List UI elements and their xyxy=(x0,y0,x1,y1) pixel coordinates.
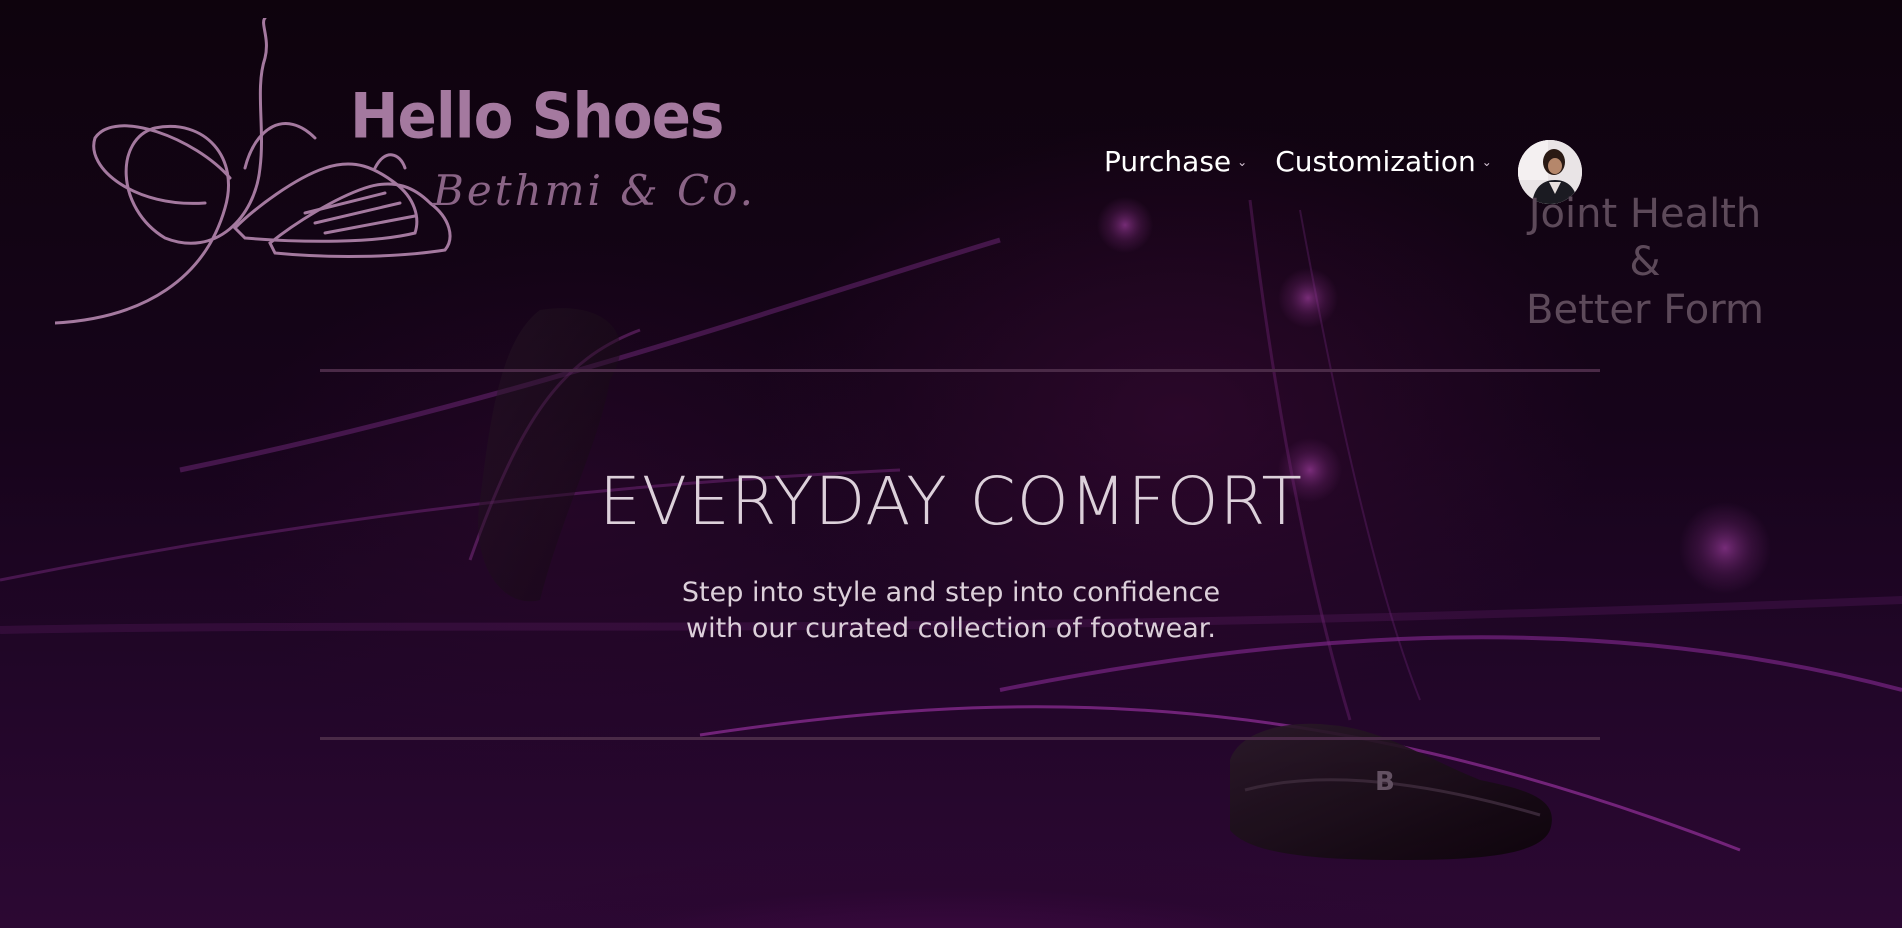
brand-tagline: Bethmi & Co. xyxy=(433,166,757,215)
promo-banner-text: Joint Health & Better Form xyxy=(1505,190,1785,334)
page: B Hello Shoes Bethmi & Co. Purchase ⌄ Cu… xyxy=(0,0,1902,928)
svg-text:B: B xyxy=(1375,767,1395,797)
divider-bottom xyxy=(320,737,1600,740)
banner-line: Joint Health xyxy=(1528,191,1762,237)
hero-title: EVERYDAY COMFORT xyxy=(599,463,1303,540)
nav-item-purchase[interactable]: Purchase ⌄ xyxy=(1104,145,1247,178)
divider-top xyxy=(320,369,1600,372)
chevron-down-icon: ⌄ xyxy=(1481,154,1492,169)
hero-subtitle-line: Step into style and step into confidence xyxy=(681,577,1221,608)
nav-item-customization[interactable]: Customization ⌄ xyxy=(1275,145,1492,178)
hero-subtitle-line: with our curated collection of footwear. xyxy=(685,613,1216,644)
chevron-down-icon: ⌄ xyxy=(1237,154,1248,169)
banner-line: Better Form xyxy=(1526,287,1764,333)
main-nav: Purchase ⌄ Customization ⌄ xyxy=(1104,145,1520,178)
nav-item-label: Purchase xyxy=(1104,145,1232,178)
hero-subtitle: Step into style and step into confidence… xyxy=(0,575,1902,647)
nav-item-label: Customization xyxy=(1275,145,1476,178)
brand-name: Hello Shoes xyxy=(350,79,724,153)
banner-line: & xyxy=(1629,239,1661,285)
